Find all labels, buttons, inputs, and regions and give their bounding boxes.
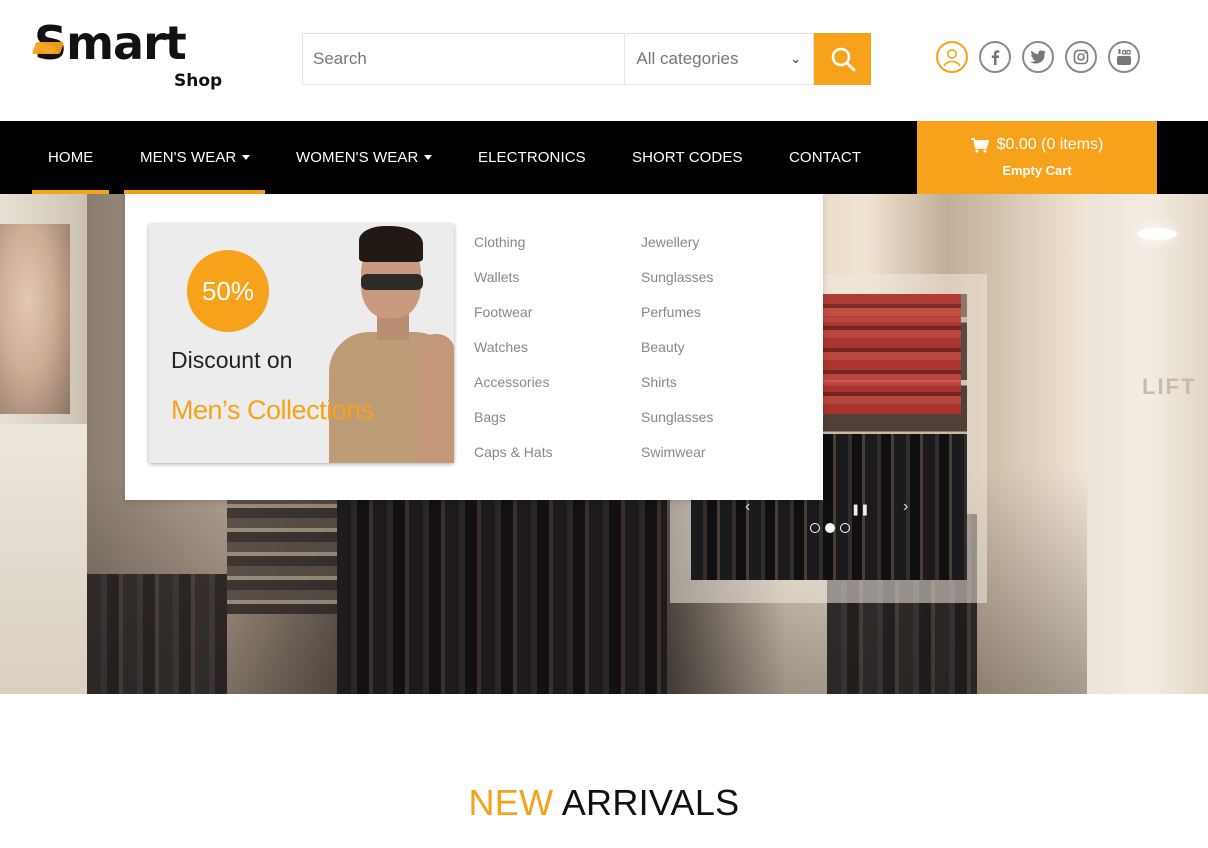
model-sunglasses xyxy=(361,274,423,290)
nav-item-womens-wear[interactable]: WOMEN'S WEAR xyxy=(296,121,433,194)
user-account-button[interactable] xyxy=(936,41,968,73)
search-input[interactable] xyxy=(302,33,625,85)
empty-cart-link[interactable]: Empty Cart xyxy=(917,163,1157,178)
caret-down-icon xyxy=(242,155,251,160)
chevron-down-icon: ⌄ xyxy=(790,51,802,66)
instagram-link[interactable] xyxy=(1065,41,1097,73)
mega-menu-link[interactable]: Jewellery xyxy=(641,234,713,269)
twitter-link[interactable] xyxy=(1022,41,1054,73)
mega-menu-link[interactable]: Caps & Hats xyxy=(474,444,553,479)
section-title: NEW ARRIVALS xyxy=(0,782,1208,824)
mini-slider-red-stack xyxy=(811,294,961,414)
promo-banner[interactable]: 50% Discount on Men’s Collections xyxy=(149,224,454,463)
section-title-accent: NEW xyxy=(468,782,554,823)
caret-down-icon xyxy=(424,155,433,160)
mega-menu-link[interactable]: Footwear xyxy=(474,304,553,339)
nav-item-electronics[interactable]: ELECTRONICS xyxy=(478,121,586,194)
category-select-value: All categories xyxy=(636,49,739,68)
youtube-icon xyxy=(1117,49,1131,65)
instagram-icon xyxy=(1073,49,1089,65)
cart-summary: $0.00 (0 items) xyxy=(917,136,1157,154)
search-button[interactable] xyxy=(814,33,871,85)
hero-coat-image xyxy=(0,424,87,694)
mens-wear-mega-menu: 50% Discount on Men’s Collections Clothi… xyxy=(125,194,823,500)
mega-menu-link[interactable]: Sunglasses xyxy=(641,269,713,304)
nav-item-contact[interactable]: CONTACT xyxy=(789,121,861,194)
hero-model-image xyxy=(0,224,70,414)
model-hair xyxy=(359,226,423,262)
twitter-icon xyxy=(1030,50,1046,64)
site-logo[interactable]: Smart Shop xyxy=(30,20,230,94)
nav-item-label: MEN'S WEAR xyxy=(140,149,237,166)
mega-menu-link[interactable]: Accessories xyxy=(474,374,553,409)
mini-slider-pause-icon[interactable]: ❚❚ xyxy=(851,503,869,516)
nav-item-label: WOMEN'S WEAR xyxy=(296,149,419,166)
shopping-cart-icon xyxy=(970,137,989,152)
promo-line2: Men’s Collections xyxy=(171,395,374,425)
hero-lift-sign: LIFT xyxy=(1142,374,1197,399)
slider-dot[interactable] xyxy=(825,523,835,533)
mega-menu-link[interactable]: Shirts xyxy=(641,374,713,409)
search-bar: All categories ⌄ xyxy=(302,33,871,85)
promo-line1: Discount on xyxy=(171,347,293,373)
mega-menu-link[interactable]: Watches xyxy=(474,339,553,374)
category-select[interactable]: All categories ⌄ xyxy=(624,33,815,85)
slider-dot[interactable] xyxy=(810,523,820,533)
user-icon xyxy=(943,49,961,67)
cart-total: $0.00 (0 items) xyxy=(996,136,1104,153)
youtube-link[interactable] xyxy=(1108,41,1140,73)
promo-model-image xyxy=(325,224,454,463)
nav-item-short-codes[interactable]: SHORT CODES xyxy=(632,121,743,194)
facebook-link[interactable] xyxy=(979,41,1011,73)
logo-subtitle: Shop xyxy=(174,71,223,91)
site-header: Smart Shop All categories ⌄ xyxy=(0,0,1208,121)
model-arm xyxy=(417,334,454,463)
header-icon-row xyxy=(936,41,1140,73)
nav-item-label: CONTACT xyxy=(789,149,862,166)
mega-menu-link[interactable]: Beauty xyxy=(641,339,713,374)
section-title-rest: ARRIVALS xyxy=(561,782,740,823)
slider-dot[interactable] xyxy=(840,523,850,533)
facebook-icon xyxy=(991,50,1000,65)
mega-menu-column-2: Jewellery Sunglasses Perfumes Beauty Shirts S… xyxy=(641,234,713,479)
mini-slider-dots xyxy=(810,523,850,533)
hero-ceiling-lamp xyxy=(1137,228,1177,240)
mega-menu-link[interactable]: Wallets xyxy=(474,269,553,304)
nav-item-label: SHORT CODES xyxy=(632,149,743,166)
mega-menu-link[interactable]: Swimwear xyxy=(641,444,713,479)
nav-item-home[interactable]: HOME xyxy=(48,121,93,194)
nav-item-mens-wear[interactable]: MEN'S WEAR xyxy=(140,121,251,194)
mega-menu-link[interactable]: Perfumes xyxy=(641,304,713,339)
hero-prev-slide-peek xyxy=(0,194,87,694)
mini-slider-next-icon[interactable]: › xyxy=(903,498,908,516)
hero-next-slide-peek: LIFT xyxy=(1087,194,1208,694)
search-icon xyxy=(831,47,855,72)
mega-menu-column-1: Clothing Wallets Footwear Watches Accessorie… xyxy=(474,234,553,479)
mega-menu-link[interactable]: Clothing xyxy=(474,234,553,269)
mini-slider-prev-icon[interactable]: ‹ xyxy=(745,498,750,516)
nav-item-label: HOME xyxy=(48,149,94,166)
cart-widget[interactable]: $0.00 (0 items) Empty Cart xyxy=(917,121,1157,194)
hero-clothing-rack xyxy=(87,574,227,694)
discount-badge: 50% xyxy=(187,250,269,332)
mega-menu-link[interactable]: Bags xyxy=(474,409,553,444)
hero-clothing-rack xyxy=(337,494,667,694)
mega-menu-link[interactable]: Sunglasses xyxy=(641,409,713,444)
nav-item-label: ELECTRONICS xyxy=(478,149,586,166)
logo-swoosh xyxy=(31,42,65,54)
